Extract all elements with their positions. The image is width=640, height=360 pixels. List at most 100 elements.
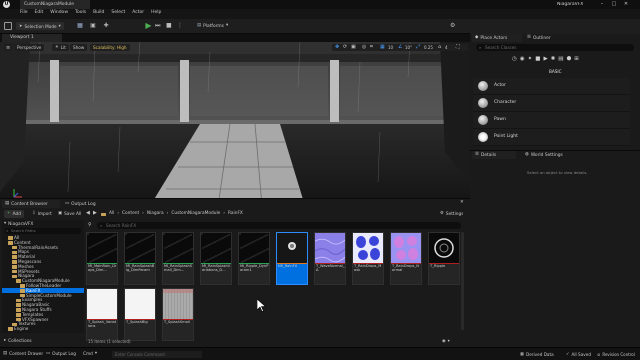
basic-icon[interactable]: ◉: [520, 56, 525, 64]
grid-snap-value[interactable]: 10: [388, 45, 393, 50]
asset-tile[interactable]: T_WaveNormal_A: [314, 232, 346, 285]
menu-item-build[interactable]: Build: [93, 10, 104, 15]
menu-item-select[interactable]: Select: [111, 10, 125, 15]
volumes-icon[interactable]: ▤: [558, 56, 563, 64]
filter-icon[interactable]: ⚲: [88, 222, 92, 228]
folder-icon[interactable]: [101, 212, 107, 218]
minimize-icon[interactable]: –: [597, 1, 607, 8]
scalability-button[interactable]: Scalability: High: [90, 44, 130, 51]
collections-header[interactable]: ▸ Collections: [4, 338, 32, 345]
breadcrumb-item[interactable]: Content: [122, 211, 139, 216]
details-tab[interactable]: ☰ Details: [472, 151, 516, 159]
output-log-button[interactable]: ▭ Output Log: [46, 351, 76, 358]
stop-icon[interactable]: ■: [166, 22, 174, 30]
asset-tile[interactable]: T_Ripple: [428, 232, 460, 285]
breadcrumb-item[interactable]: CustomNiagaraModule: [171, 211, 220, 216]
back-icon[interactable]: ◀: [86, 210, 90, 216]
outliner-tab[interactable]: ☰ Outliner: [524, 34, 574, 42]
selection-mode-button[interactable]: ➤ Selection Mode ▾: [16, 22, 64, 30]
asset-tile[interactable]: MI_Ripple_DynParam1: [238, 232, 270, 285]
rotation-snap-icon[interactable]: ∠: [398, 44, 402, 50]
viewport-menu-button[interactable]: ≡: [4, 44, 13, 51]
menu-item-file[interactable]: File: [20, 10, 28, 15]
rotate-tool-icon[interactable]: ⟳: [343, 44, 347, 50]
content-browser-tab[interactable]: ▤ Content Browser: [2, 200, 60, 208]
breadcrumb-item[interactable]: All: [109, 211, 114, 216]
level-tab[interactable]: CustomNiagaraModule: [20, 0, 90, 9]
asset-tile[interactable]: T_Splash_Variations: [86, 288, 118, 341]
asset-tile[interactable]: T_SplashBig: [124, 288, 156, 341]
add-button[interactable]: + Add: [4, 210, 24, 218]
camera-speed-icon[interactable]: ⌂: [438, 44, 441, 50]
forward-icon[interactable]: ▶: [93, 210, 97, 216]
blueprint-icon[interactable]: ▦: [76, 22, 84, 30]
visual-effects-icon[interactable]: ✺: [551, 56, 556, 64]
menu-item-actor[interactable]: Actor: [132, 10, 144, 15]
breadcrumb-item[interactable]: Niagara: [147, 211, 164, 216]
surface-snap-icon[interactable]: ⌗: [370, 44, 373, 50]
scale-snap-icon[interactable]: ⤢: [416, 44, 420, 50]
content-drawer-button[interactable]: ▤ Content Drawer: [3, 351, 43, 358]
save-status-button[interactable]: ✓ All Saved: [566, 351, 591, 358]
path-search-input[interactable]: ⌕ Search Paths: [5, 228, 81, 234]
cinematics-icon[interactable]: ▣: [89, 22, 97, 30]
geometry-icon[interactable]: ⬢: [566, 56, 571, 64]
scale-tool-icon[interactable]: ▣: [351, 44, 356, 50]
place-actors-tab[interactable]: ◆ Place Actors: [472, 34, 522, 42]
actor-item-character[interactable]: Character: [473, 95, 630, 112]
world-settings-tab[interactable]: ◍ World Settings: [522, 151, 582, 159]
close-icon[interactable]: ✕: [460, 200, 464, 205]
select-tool-icon[interactable]: ✥: [335, 44, 339, 50]
all-classes-icon[interactable]: ⊞: [574, 56, 579, 64]
viewport-scene[interactable]: [0, 42, 470, 206]
tree-root-header[interactable]: ▾ NiagaraVFX: [4, 221, 82, 227]
save-all-button[interactable]: ▣ Save All: [56, 210, 83, 218]
camera-speed-value[interactable]: 4: [445, 45, 448, 50]
asset-scrollbar[interactable]: [461, 232, 464, 330]
cinematic-icon[interactable]: ▶: [543, 56, 547, 64]
console-input[interactable]: Enter Console Command: [112, 351, 202, 358]
asset-tile[interactable]: MI_RainSplashVariations_D...: [200, 232, 232, 285]
menu-item-tools[interactable]: Tools: [75, 10, 86, 15]
viewport-tab[interactable]: Viewport 1: [2, 34, 62, 42]
play-options-icon[interactable]: ⋮: [177, 22, 185, 30]
asset-search-input[interactable]: ⌕ Search RainFX: [97, 222, 461, 229]
grid-snap-icon[interactable]: ▦: [380, 44, 385, 50]
add-actor-icon[interactable]: ✚: [102, 22, 110, 30]
asset-tile[interactable]: MI_RainSplashBig_DimParam: [124, 232, 156, 285]
import-button[interactable]: ⇩ Import: [30, 210, 54, 218]
world-space-icon[interactable]: ◎: [362, 44, 366, 50]
view-options-button[interactable]: ◉ ▾: [442, 338, 450, 345]
tree-folder[interactable]: Engine: [2, 326, 84, 331]
save-icon[interactable]: [4, 22, 12, 30]
actor-item-pawn[interactable]: Pawn: [473, 112, 630, 129]
settings-icon[interactable]: ⚙: [450, 22, 455, 29]
maximize-viewport-icon[interactable]: ⛶: [456, 44, 460, 50]
menu-item-window[interactable]: Window: [50, 10, 68, 15]
cmd-button[interactable]: Cmd ▾: [83, 351, 97, 358]
lights-icon[interactable]: ✦: [528, 56, 533, 64]
class-search-input[interactable]: ⌕ Search Classes: [476, 44, 634, 51]
recent-icon[interactable]: ◷: [512, 56, 517, 64]
scale-snap-value[interactable]: 0.25: [424, 45, 433, 50]
cb-settings-button[interactable]: ⚙ Settings: [440, 210, 463, 218]
asset-tile[interactable]: MI_MainRain_Drops_Dim...: [86, 232, 118, 285]
breadcrumb-item[interactable]: RainFX: [228, 211, 243, 216]
lit-button[interactable]: ☀ Lit: [52, 44, 69, 51]
show-button[interactable]: Show: [70, 44, 88, 51]
close-icon[interactable]: ✕: [621, 1, 631, 8]
asset-tile[interactable]: T_SplashSmall: [162, 288, 194, 341]
asset-tile[interactable]: MI_RainSplashSmall_Dim...: [162, 232, 194, 285]
platforms-button[interactable]: ▤ Platforms ▾: [197, 22, 228, 30]
revision-control-button[interactable]: ⊘ Revision Control: [597, 351, 639, 358]
output-log-tab[interactable]: ▭ Output Log: [62, 200, 106, 208]
menu-item-edit[interactable]: Edit: [35, 10, 44, 15]
menu-item-help[interactable]: Help: [151, 10, 161, 15]
rotation-snap-value[interactable]: 10°: [405, 45, 412, 50]
actor-item-actor[interactable]: Actor: [473, 78, 630, 95]
asset-tile[interactable]: T_RainDrops_Normal: [390, 232, 422, 285]
play-icon[interactable]: ▶: [144, 21, 153, 31]
asset-tile[interactable]: T_RainDrops_Mask: [352, 232, 384, 285]
perspective-button[interactable]: Perspective: [14, 44, 45, 51]
actor-item-point-light[interactable]: Point Light: [473, 129, 630, 146]
